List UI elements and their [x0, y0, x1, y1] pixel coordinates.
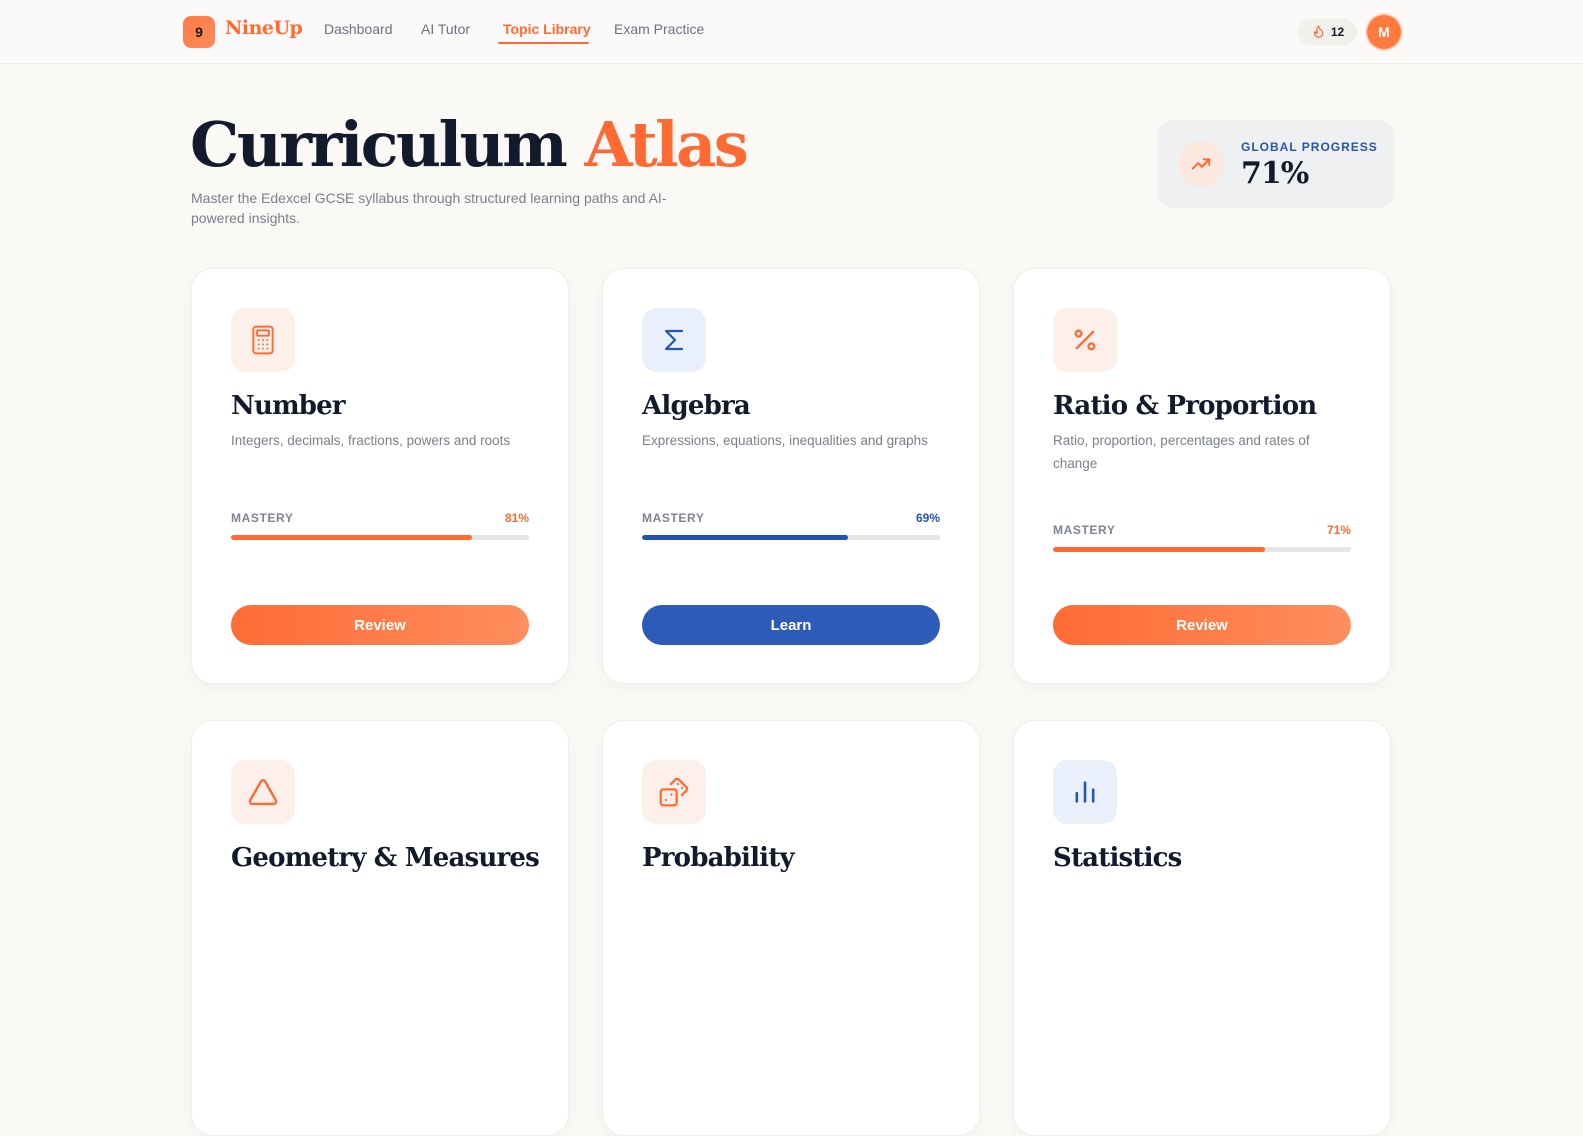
topic-card-geometry-measures[interactable]: Geometry & Measures [191, 720, 569, 1136]
streak-badge[interactable]: 12 [1298, 19, 1357, 45]
nav-link-exam-practice[interactable]: Exam Practice [614, 21, 704, 37]
nav-link-dashboard[interactable]: Dashboard [324, 21, 393, 37]
mastery-value: 69% [915, 511, 940, 525]
mastery-label: MASTERY [231, 511, 294, 525]
streak-count: 12 [1330, 25, 1345, 39]
review-button[interactable]: Review [231, 605, 529, 645]
topic-title: Probability [642, 843, 795, 873]
topic-title: Statistics [1053, 843, 1182, 873]
topic-title: Ratio & Proportion [1053, 391, 1317, 421]
topic-title: Geometry & Measures [231, 843, 540, 873]
page-subtitle: Master the Edexcel GCSE syllabus through… [191, 190, 667, 226]
dice-icon [642, 760, 706, 824]
page-title: Curriculum Atlas [190, 108, 749, 181]
trending-up-icon [1178, 141, 1224, 187]
flame-icon [1313, 25, 1324, 38]
mastery-progress-fill [642, 535, 848, 540]
triangle-icon [231, 760, 295, 824]
brand-name[interactable]: NineUp [225, 17, 303, 39]
topic-card-algebra[interactable]: Algebra Expressions, equations, inequali… [602, 268, 980, 684]
topic-title: Algebra [642, 391, 751, 421]
mastery-progress-bar [231, 535, 529, 540]
global-progress-label: GLOBAL PROGRESS [1241, 140, 1378, 154]
mastery-progress-fill [231, 535, 473, 540]
mastery-progress-bar [1053, 547, 1351, 552]
global-progress-card: GLOBAL PROGRESS 71% [1157, 120, 1394, 208]
calculator-icon [231, 308, 295, 372]
top-nav: 9 NineUp Dashboard AI Tutor Topic Librar… [0, 0, 1583, 64]
page-title-main: Curriculum [190, 108, 568, 181]
logo-badge[interactable]: 9 [183, 16, 215, 48]
mastery-value: 71% [1326, 523, 1351, 537]
mastery-label: MASTERY [1053, 523, 1116, 537]
learn-button[interactable]: Learn [642, 605, 940, 645]
topic-card-number[interactable]: Number Integers, decimals, fractions, po… [191, 268, 569, 684]
topic-description: Expressions, equations, inequalities and… [642, 433, 928, 448]
sigma-icon [642, 308, 706, 372]
mastery-progress-bar [642, 535, 940, 540]
bar-chart-icon [1053, 760, 1117, 824]
topic-description: Integers, decimals, fractions, powers an… [231, 433, 511, 448]
topic-title: Number [231, 391, 346, 421]
topic-card-ratio-proportion[interactable]: Ratio & Proportion Ratio, proportion, pe… [1013, 268, 1391, 684]
topic-card-statistics[interactable]: Statistics [1013, 720, 1391, 1136]
mastery-value: 81% [504, 511, 529, 525]
review-button[interactable]: Review [1053, 605, 1351, 645]
topic-card-probability[interactable]: Probability [602, 720, 980, 1136]
mastery-label: MASTERY [642, 511, 705, 525]
global-progress-value: 71% [1241, 156, 1309, 191]
page-title-accent: Atlas [584, 108, 748, 181]
mastery-progress-fill [1053, 547, 1265, 552]
user-avatar[interactable]: M [1367, 15, 1401, 49]
active-nav-indicator [498, 42, 589, 44]
nav-link-ai-tutor[interactable]: AI Tutor [421, 21, 470, 37]
percent-icon [1053, 308, 1117, 372]
topic-description: Ratio, proportion, percentages and rates… [1053, 433, 1310, 471]
nav-link-topic-library[interactable]: Topic Library [503, 21, 591, 37]
